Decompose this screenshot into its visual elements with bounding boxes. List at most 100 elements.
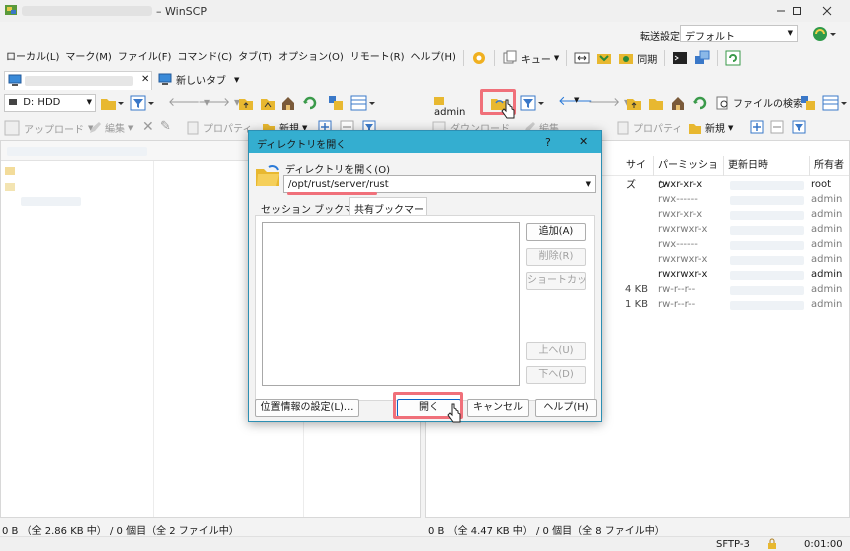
terminal-icon	[672, 50, 688, 66]
queue-button[interactable]: キュー ▼	[499, 47, 562, 69]
remote-new-button[interactable]: 新規 ▼	[688, 120, 733, 135]
session-tab[interactable]: ✕	[4, 71, 152, 90]
cancel-button[interactable]: キャンセル	[467, 399, 529, 417]
file-owner: admin	[811, 254, 843, 265]
remote-filter-icon[interactable]	[520, 95, 546, 111]
toolbar-separator	[717, 50, 719, 66]
open-terminal-button[interactable]	[669, 47, 691, 69]
refresh-button[interactable]	[722, 47, 744, 69]
window-title: – WinSCP	[156, 5, 207, 18]
menu-options[interactable]: オプション(O)	[275, 46, 347, 70]
modified-date-redacted	[730, 286, 804, 295]
elapsed-time: 0:01:00	[804, 539, 843, 550]
tab-shared-bookmarks[interactable]: 共有ブックマーク	[349, 197, 427, 231]
preferences-button[interactable]	[468, 47, 490, 69]
dialog-help-icon[interactable]: ?	[545, 136, 551, 149]
transfer-preset-icon[interactable]	[812, 25, 838, 43]
menu-mark[interactable]: マーク(M)	[62, 46, 114, 70]
close-window-button[interactable]	[804, 0, 850, 22]
compare-directories-button[interactable]	[571, 47, 593, 69]
toolbar-separator	[664, 50, 666, 66]
dialog-close-icon[interactable]: ✕	[579, 135, 588, 148]
forward-arrow-icon[interactable]: 🡒 ▾	[198, 94, 240, 109]
local-edit-button[interactable]: 編集 ▼	[88, 120, 133, 135]
parent-folder-icon	[5, 167, 15, 175]
remote-view-mode-icon[interactable]	[822, 95, 848, 111]
queue-icon	[502, 50, 518, 66]
column-owner[interactable]: 所有者	[810, 156, 850, 176]
bookmark-folder-icon[interactable]	[328, 95, 344, 111]
delete-icon[interactable]: ✕	[142, 119, 154, 135]
queue-label: キュー	[520, 54, 551, 66]
title-redacted	[22, 6, 152, 16]
refresh-icon	[725, 50, 741, 66]
menu-command[interactable]: コマンド(C)	[174, 46, 235, 70]
file-owner: admin	[811, 284, 843, 295]
local-drive-select[interactable]: D: HDD ▼	[4, 94, 96, 112]
menu-file[interactable]: ファイル(F)	[115, 46, 175, 70]
transfer-settings-select[interactable]: デフォルト ▼	[680, 25, 798, 43]
chevron-down-icon: ▼	[553, 54, 560, 62]
synchronize-browse-button[interactable]	[593, 47, 615, 69]
filter-icon[interactable]	[130, 95, 154, 111]
menu-local[interactable]: ローカル(L)	[3, 46, 62, 70]
open-folder-icon[interactable]	[100, 95, 124, 111]
computer-icon	[8, 74, 22, 87]
rename-icon[interactable]: ✎	[160, 119, 171, 134]
remote-home-icon[interactable]	[670, 95, 686, 111]
remote-new-label: 新規	[705, 124, 725, 135]
delete-bookmark-button[interactable]: 削除(R)	[526, 248, 586, 266]
putty-button[interactable]	[691, 47, 713, 69]
root-folder-icon[interactable]	[260, 95, 276, 111]
protocol-label: SFTP-3	[716, 539, 750, 550]
upload-button[interactable]: アップロード ▼	[4, 120, 93, 136]
directory-path-input[interactable]: /opt/rust/server/rust ▼	[283, 175, 596, 193]
toolbar-separator	[493, 50, 495, 66]
remote-status: 0 B （全 4.47 KB 中） / 0 個目（全 8 ファイル中）	[428, 526, 665, 537]
chevron-down-icon: ▼	[234, 75, 240, 84]
add-bookmark-button[interactable]: 追加(A)	[526, 223, 586, 241]
close-tab-icon[interactable]: ✕	[141, 74, 149, 85]
local-properties-button[interactable]: プロパティ	[186, 120, 252, 135]
directory-field-label: ディレクトリを開く(O)	[285, 165, 390, 176]
remote-path-select[interactable]: admin	[430, 94, 480, 118]
new-tab-icon	[158, 73, 172, 86]
column-permissions[interactable]: パーミッション	[654, 156, 724, 191]
remote-refresh-icon[interactable]	[692, 95, 708, 111]
local-edit-label: 編集	[105, 124, 125, 135]
path-highlight-underline	[287, 192, 377, 195]
shortcut-button[interactable]: ショートカット(S)...	[526, 272, 586, 290]
local-path-toolbar: D: HDD ▼ 🡐 ▾ 🡒 ▾	[0, 91, 422, 117]
bookmark-list[interactable]	[262, 222, 520, 386]
refresh-icon[interactable]	[302, 95, 318, 111]
column-modified[interactable]: 更新日時	[724, 156, 810, 176]
synchronize-button[interactable]: 同期	[615, 47, 660, 69]
move-up-button[interactable]: 上へ(U)	[526, 342, 586, 360]
view-mode-icon[interactable]	[350, 95, 376, 111]
menu-help[interactable]: ヘルプ(H)	[408, 46, 459, 70]
move-down-button[interactable]: 下へ(D)	[526, 366, 586, 384]
remote-select-all-icon[interactable]	[750, 120, 764, 134]
modified-date-redacted	[730, 241, 804, 250]
column-size[interactable]: サイズ	[622, 156, 654, 191]
remote-parent-folder-icon[interactable]	[626, 95, 642, 111]
remote-properties-button[interactable]: プロパティ	[616, 120, 682, 135]
remote-forward-arrow-icon[interactable]: 🡒 ▾	[588, 94, 630, 109]
file-permissions: rwxr-xr-x	[658, 209, 703, 220]
remote-new-folder-icon	[688, 121, 702, 135]
remote-root-folder-icon[interactable]	[648, 95, 664, 111]
menu-remote[interactable]: リモート(R)	[347, 46, 408, 70]
parent-folder-icon[interactable]	[238, 95, 254, 111]
find-files-button[interactable]: ファイルの検索	[716, 95, 803, 110]
remote-bookmark-folder-icon[interactable]	[800, 95, 816, 111]
location-settings-button[interactable]: 位置情報の設定(L)...	[255, 399, 359, 417]
home-icon[interactable]	[280, 95, 296, 111]
menu-tab[interactable]: タブ(T)	[235, 46, 275, 70]
file-permissions: rwx------	[658, 194, 698, 205]
new-tab-button[interactable]: 新しいタブ ▼	[158, 72, 239, 87]
remote-filter-select-icon[interactable]	[792, 120, 806, 134]
remote-deselect-icon[interactable]	[770, 120, 784, 134]
help-button[interactable]: ヘルプ(H)	[535, 399, 597, 417]
chevron-down-icon: ▼	[585, 180, 591, 188]
file-size: 1 KB	[625, 299, 648, 310]
